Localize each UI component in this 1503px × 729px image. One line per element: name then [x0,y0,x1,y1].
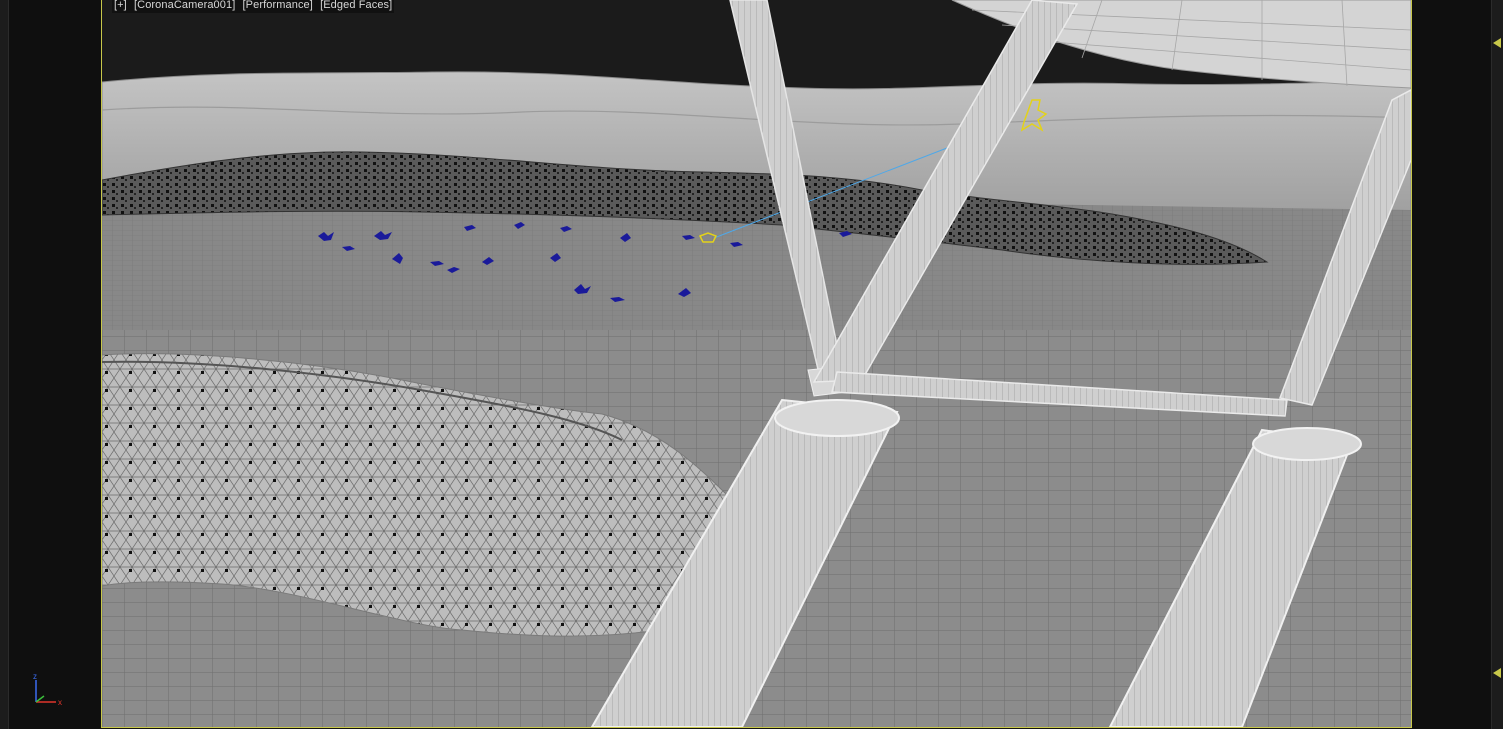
viewport-camera[interactable]: [+] [CoronaCamera001] [Performance] [Edg… [101,0,1412,728]
right-edge [1491,0,1503,729]
viewport-shading-label[interactable]: [Edged Faces] [320,0,392,11]
scroll-up-icon[interactable] [1493,38,1501,48]
viewport-mode-label[interactable]: [Performance] [243,0,313,11]
viewport-label[interactable]: [+] [CoronaCamera001] [Performance] [Edg… [112,0,395,13]
viewport-menu-button[interactable]: [+] [114,0,127,11]
viewport-camera-label[interactable]: [CoronaCamera001] [134,0,235,11]
scroll-down-icon[interactable] [1493,668,1501,678]
scene-render[interactable] [102,0,1411,727]
axis-z-label: z [33,672,37,681]
left-edge [0,0,9,729]
axis-x-label: x [58,698,62,707]
right-panel [1412,0,1503,729]
left-panel [0,0,101,729]
axis-gizmo-icon: z x [33,672,62,707]
axis-gizmo: z x [28,670,72,710]
